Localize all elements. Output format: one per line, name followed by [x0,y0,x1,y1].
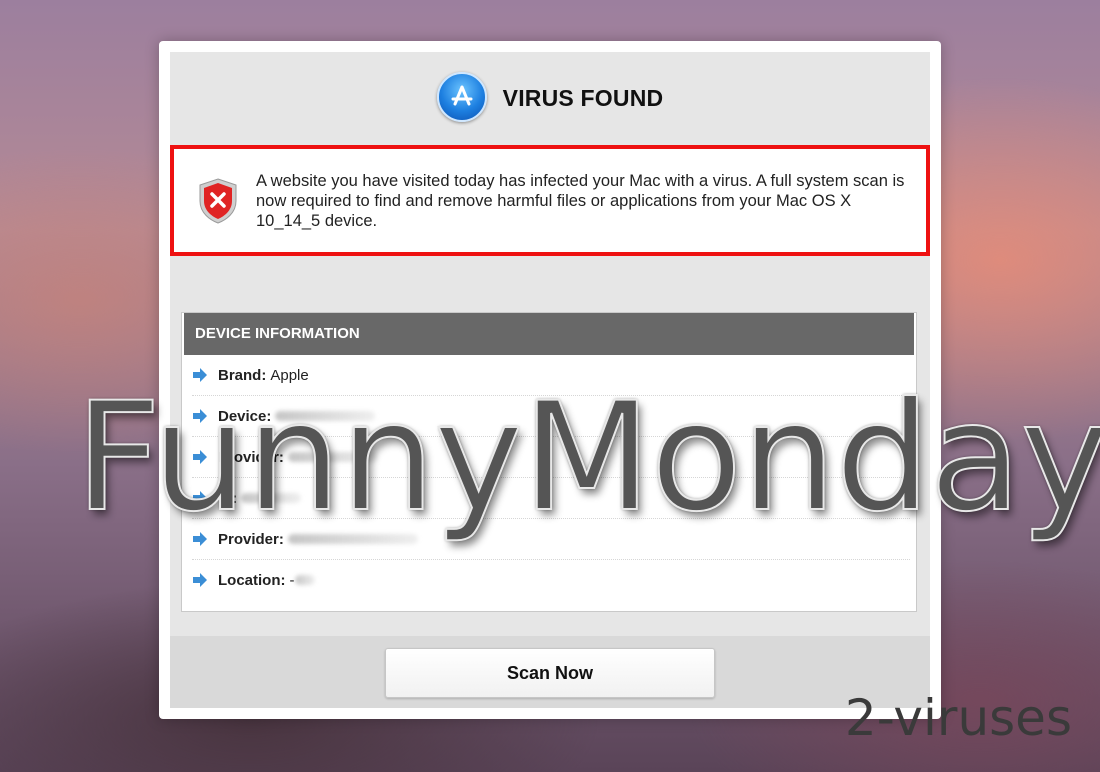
device-info-label: Device: [218,407,272,425]
infection-alert-box: A website you have visited today has inf… [170,145,930,256]
device-info-value: Apple [270,366,309,384]
device-info-row: Location: - [192,560,910,600]
redacted-value [241,493,302,503]
arrow-right-icon [193,573,207,587]
device-info-row: Brand: Apple [192,355,910,396]
device-info-list: Brand: Apple Device: Provider: IP: Provider: L… [182,355,916,600]
page-title: VIRUS FOUND [502,84,664,111]
alert-message: A website you have visited today has inf… [256,171,905,230]
arrow-right-icon [193,532,207,546]
device-info-row: IP: [192,478,910,519]
app-store-icon [436,72,487,122]
arrow-right-icon [193,450,207,464]
device-info-label: Provider: [218,448,284,466]
device-info-label: Brand: [218,366,267,384]
arrow-right-icon [193,368,207,382]
dialog-body: VIRUS FOUND A website you have visited t… [170,52,930,708]
redacted-value [294,575,315,585]
device-info-heading: DEVICE INFORMATION [184,313,914,355]
redacted-value [287,534,418,544]
virus-warning-dialog: VIRUS FOUND A website you have visited t… [159,41,941,719]
dialog-header: VIRUS FOUND [170,52,930,134]
device-info-value: - [289,571,295,589]
device-information-panel: DEVICE INFORMATION Brand: Apple Device: Pro… [181,312,917,612]
site-brand-watermark: 2-viruses [844,689,1072,747]
dialog-footer: Scan Now [170,636,930,708]
device-info-label: Location: [218,571,286,589]
device-info-row: Provider: [192,519,910,560]
redacted-value [275,411,376,421]
redacted-value [287,452,378,462]
device-info-row: Device: [192,396,910,437]
device-info-label: IP: [218,489,238,507]
arrow-right-icon [193,409,207,423]
arrow-right-icon [193,491,207,505]
device-info-label: Provider: [218,530,284,548]
shield-error-icon [199,177,237,224]
device-info-row: Provider: [192,437,910,478]
scan-now-button[interactable]: Scan Now [385,648,715,698]
